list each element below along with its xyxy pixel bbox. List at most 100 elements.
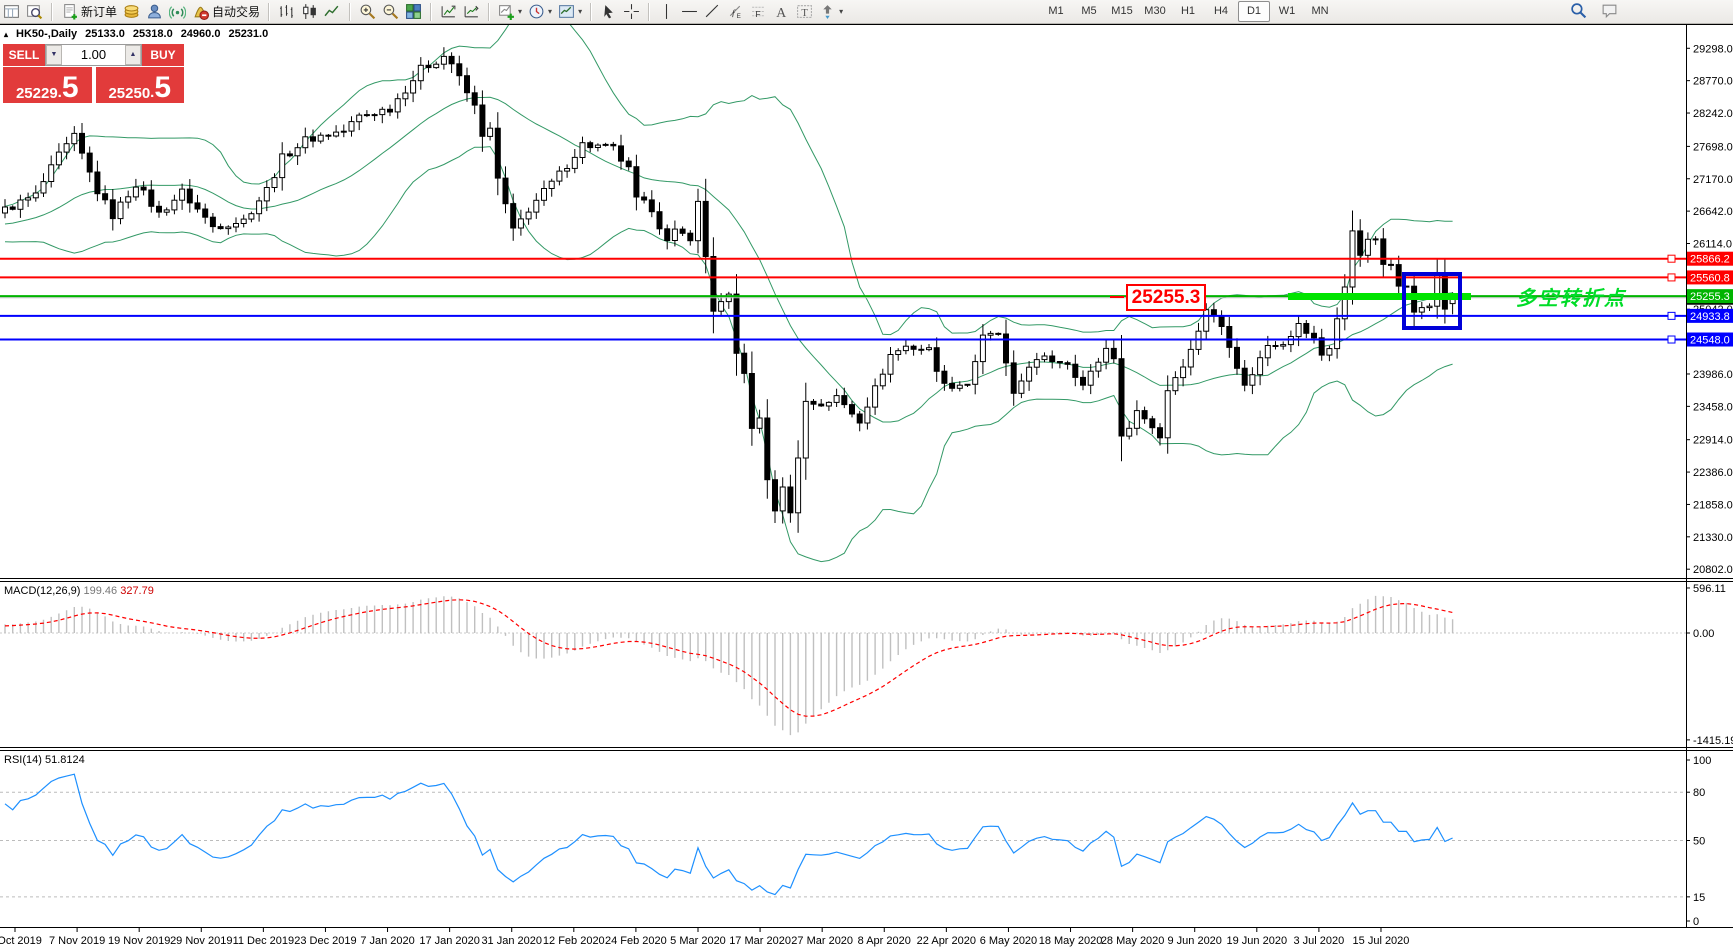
turning-point-annotation[interactable]: 多空转折点 (1516, 282, 1626, 311)
fibo-levels-icon[interactable]: F (750, 3, 767, 20)
crosshair-icon[interactable] (623, 3, 640, 20)
svg-text:24933.8: 24933.8 (1690, 311, 1730, 323)
sell-price[interactable]: 25229. 5 (3, 67, 92, 103)
svg-text:27170.0: 27170.0 (1693, 174, 1733, 186)
symbol-period: HK50-,Daily (16, 28, 78, 40)
volume-decrease-button[interactable]: ▼ (46, 45, 62, 65)
data-window-icon[interactable] (26, 3, 43, 20)
toolbar-separator (268, 2, 271, 21)
chart-window-icon[interactable] (3, 3, 20, 20)
timeframe-h4[interactable]: H4 (1205, 1, 1237, 22)
cursor-icon[interactable] (600, 3, 617, 20)
timeframe-w1[interactable]: W1 (1271, 1, 1303, 22)
cascade-charts-icon[interactable] (463, 3, 480, 20)
svg-text:29298.0: 29298.0 (1693, 43, 1733, 55)
svg-text:6 May 2020: 6 May 2020 (980, 935, 1037, 947)
svg-text:24548.0: 24548.0 (1690, 335, 1730, 347)
trendline-icon[interactable] (704, 3, 721, 20)
svg-text:50: 50 (1693, 836, 1705, 848)
timeframe-toolbar: M1 M5 M15 M30 H1 H4 D1 W1 MN (1040, 1, 1336, 22)
toolbar-right-icons (1570, 2, 1618, 19)
volume-increase-button[interactable]: ▲ (125, 45, 141, 65)
line-chart-icon[interactable] (324, 3, 341, 20)
svg-text:A: A (776, 5, 786, 20)
svg-text:7 Jan 2020: 7 Jan 2020 (360, 935, 414, 947)
signals-icon[interactable] (169, 3, 187, 20)
bar-chart-icon[interactable] (278, 3, 295, 20)
periods-button[interactable]: ▾ (528, 3, 552, 20)
arrange-charts-icon[interactable] (440, 3, 457, 20)
svg-text:7 Nov 2019: 7 Nov 2019 (49, 935, 105, 947)
svg-text:T: T (801, 8, 808, 19)
arrows-icon (823, 5, 832, 19)
svg-text:12 Feb 2020: 12 Feb 2020 (543, 935, 605, 947)
zoom-out-icon[interactable] (382, 3, 399, 20)
svg-text:17 Mar 2020: 17 Mar 2020 (729, 935, 791, 947)
collapse-triangle-icon[interactable]: ▴ (4, 30, 8, 39)
chat-icon[interactable] (1601, 2, 1618, 19)
buy-price[interactable]: 25250. 5 (95, 67, 184, 103)
timeframe-d1[interactable]: D1 (1238, 1, 1270, 22)
autotrade-button[interactable]: 自动交易 (192, 3, 260, 20)
tile-windows-icon[interactable] (405, 3, 422, 20)
svg-text:29 Nov 2019: 29 Nov 2019 (170, 935, 232, 947)
svg-text:596.11: 596.11 (1693, 583, 1726, 595)
timeframe-m15[interactable]: M15 (1106, 1, 1138, 22)
timeframe-mn[interactable]: MN (1304, 1, 1336, 22)
candle-chart-icon[interactable] (301, 3, 318, 20)
svg-text:21330.0: 21330.0 (1693, 532, 1733, 544)
timeframe-m5[interactable]: M5 (1073, 1, 1105, 22)
svg-text:19 Jun 2020: 19 Jun 2020 (1227, 935, 1288, 947)
svg-text:25560.8: 25560.8 (1690, 272, 1730, 284)
search-icon[interactable] (1570, 2, 1587, 19)
level-callout[interactable]: 25255.3 (1126, 284, 1206, 311)
svg-text:26114.0: 26114.0 (1693, 239, 1732, 251)
rsi-value: 51.8124 (44, 754, 85, 766)
main-toolbar: 新订单 自动交易 ▾ ▾ ▾ ƒ E F A T ▾ M1 M5 M15 M30… (0, 0, 1733, 24)
timeframe-m1[interactable]: M1 (1040, 1, 1072, 22)
macd-value-main: 199.46 (83, 585, 118, 597)
svg-text:F: F (755, 9, 760, 19)
sell-button[interactable]: SELL (3, 44, 45, 66)
timeframe-h1[interactable]: H1 (1172, 1, 1204, 22)
ohlc-close: 25231.0 (228, 28, 269, 40)
volume-input[interactable] (62, 45, 125, 65)
chart-canvas[interactable]: 29298.0 28770.0 28242.0 27698.0 27170.0 26642… (0, 0, 1733, 949)
svg-text:100: 100 (1693, 755, 1711, 767)
new-order-icon (64, 4, 77, 20)
add-indicator-button[interactable]: ▾ (498, 3, 522, 20)
horizontal-line-icon[interactable] (681, 3, 698, 20)
toolbar-separator (648, 2, 651, 21)
svg-text:80: 80 (1693, 787, 1705, 799)
chevron-down-icon: ▾ (518, 7, 523, 16)
vertical-line-icon[interactable] (658, 3, 675, 20)
text-icon[interactable]: A (773, 3, 790, 20)
svg-text:28242.0: 28242.0 (1693, 108, 1733, 120)
macd-name: MACD(12,26,9) (4, 585, 81, 597)
community-icon[interactable] (146, 3, 163, 20)
svg-text:20802.0: 20802.0 (1693, 564, 1733, 576)
timeframe-m30[interactable]: M30 (1139, 1, 1171, 22)
period-clock-icon (529, 4, 544, 19)
chevron-down-icon: ▾ (578, 7, 583, 16)
rsi-indicator-label: RSI(14) 51.8124 (4, 754, 85, 766)
rsi-name: RSI(14) (4, 754, 42, 766)
chevron-down-icon: ▾ (839, 7, 844, 16)
svg-text:0.00: 0.00 (1693, 628, 1714, 640)
autotrade-label: 自动交易 (212, 5, 261, 19)
zoom-in-icon[interactable] (359, 3, 376, 20)
consolidation-rectangle[interactable] (1402, 272, 1462, 330)
buy-button[interactable]: BUY (142, 44, 184, 66)
templates-button[interactable]: ▾ (558, 3, 582, 20)
svg-text:27 Mar 2020: 27 Mar 2020 (791, 935, 853, 947)
toolbar-separator (430, 2, 433, 21)
quotes-gold-icon[interactable] (123, 3, 140, 20)
svg-text:5 Mar 2020: 5 Mar 2020 (670, 935, 726, 947)
sell-price-main: 25229 (15, 85, 58, 102)
sell-price-frac: 5 (61, 71, 79, 104)
text-label-icon[interactable]: T (796, 3, 813, 20)
terminal-window: 新订单 自动交易 ▾ ▾ ▾ ƒ E F A T ▾ M1 M5 M15 M30… (0, 0, 1733, 949)
fibonacci-icon[interactable]: ƒE (727, 3, 744, 20)
arrows-button[interactable]: ▾ (819, 3, 843, 20)
new-order-button[interactable]: 新订单 (61, 3, 117, 20)
